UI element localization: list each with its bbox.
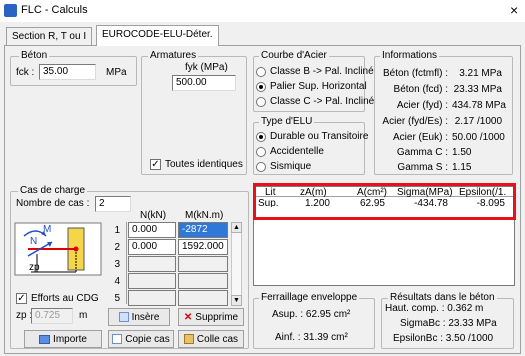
grid-scrollbar[interactable] (231, 222, 242, 306)
fck-input[interactable]: 35.00 (39, 64, 96, 80)
close-icon[interactable]: × (510, 2, 518, 18)
app-icon (4, 4, 17, 17)
ferraillage-asup: Asup. : 62.95 cm² (272, 309, 351, 320)
row-index-3: 3 (114, 259, 120, 270)
info-label-gamma-s: Gamma S : (397, 162, 448, 173)
copy-icon (112, 334, 123, 344)
diagram-zp-label: zp (29, 262, 40, 273)
identical-label: Toutes identiques (165, 159, 243, 170)
diagram-n-label: N (30, 236, 38, 247)
tab-eurocode[interactable]: EUROCODE-ELU-Déter. (96, 25, 219, 46)
elu-option-sismique: Sismique (270, 161, 312, 172)
informations-legend: Informations (380, 50, 440, 61)
colle-cas-button-label: Colle cas (196, 333, 239, 345)
resultats-haut-comp: Haut. comp. : 0.362 m (385, 303, 484, 314)
diagram-m-label: M (43, 224, 52, 235)
importe-button-label: Importe (53, 333, 87, 345)
importe-button[interactable]: Importe (24, 330, 102, 348)
n-cell-2[interactable]: 0.000 (128, 239, 176, 255)
fck-unit: MPa (106, 67, 127, 78)
resultats-epsilonbc: EpsilonBc : 3.50 /1000 (393, 333, 494, 344)
identical-checkbox[interactable]: ✓ (150, 159, 161, 170)
fyk-label: fyk (MPa) (185, 62, 228, 73)
window-title: FLC - Calculs (21, 4, 88, 16)
cas-charge-legend: Cas de charge (18, 185, 88, 196)
info-label-euk: Acier (Euk) : (392, 132, 448, 143)
zp-label: zp : (16, 310, 33, 321)
highlight-mask (256, 207, 513, 217)
info-label-fcd: Béton (fcd) : (393, 84, 448, 95)
fyk-input[interactable]: 500.00 (172, 75, 236, 91)
info-value-gamma-s: 1.15 (452, 162, 472, 173)
cdg-label: Efforts au CDG (31, 293, 99, 304)
info-label-gamma-c: Gamma C : (396, 147, 448, 158)
info-label-fyd-es: Acier (fyd/Es) : (382, 116, 448, 127)
colle-cas-button[interactable]: Colle cas (178, 330, 244, 348)
courbe-radio-classe-c[interactable] (256, 97, 266, 107)
m-cell-2[interactable]: 1592.000 (178, 239, 228, 255)
copie-cas-button-label: Copie cas (125, 333, 170, 345)
info-value-fyd-es: 2.17 /1000 (454, 116, 502, 127)
elu-radio-accidentelle[interactable] (256, 147, 266, 157)
section-diagram (14, 222, 102, 276)
copie-cas-button[interactable]: Copie cas (108, 330, 174, 348)
m-cell-5[interactable] (178, 290, 228, 306)
elu-option-accidentelle: Accidentelle (270, 146, 324, 157)
info-value-fcd: 23.33 MPa (453, 84, 502, 95)
delete-icon: ✕ (183, 311, 193, 323)
n-cell-4[interactable] (128, 273, 176, 289)
armatures-legend: Armatures (148, 50, 199, 61)
zp-input[interactable]: 0.725 (31, 308, 73, 324)
m-cell-4[interactable] (178, 273, 228, 289)
scroll-down-icon[interactable]: ▼ (231, 295, 242, 306)
supprime-button-label: Supprime (195, 311, 239, 323)
courbe-radio-palier[interactable] (256, 82, 266, 92)
fck-label: fck : (16, 67, 35, 78)
row-index-1: 1 (114, 225, 120, 236)
info-label-fyd: Acier (fyd) : (396, 100, 448, 111)
beton-legend: Béton (19, 50, 50, 61)
zp-unit: m (79, 310, 88, 321)
m-cell-3[interactable] (178, 256, 228, 272)
courbe-option-palier: Palier Sup. Horizontal (270, 81, 367, 92)
info-label-fctmfl: Béton (fctmfl) : (382, 68, 448, 79)
nb-cas-input[interactable]: 2 (95, 196, 131, 212)
row-index-4: 4 (114, 276, 120, 287)
cdg-checkbox[interactable]: ✓ (16, 293, 27, 304)
elu-radio-sismique[interactable] (256, 162, 266, 172)
insere-button[interactable]: Insère (108, 308, 170, 326)
supprime-button[interactable]: ✕ Supprime (178, 308, 244, 326)
import-icon (39, 334, 51, 344)
info-value-gamma-c: 1.50 (452, 147, 472, 158)
row-index-2: 2 (114, 242, 120, 253)
insere-button-label: Insère (131, 311, 160, 323)
armatures-group (141, 56, 247, 175)
courbe-legend: Courbe d'Acier (259, 50, 329, 61)
m-cell-1[interactable]: -2872 (178, 222, 228, 238)
courbe-radio-classe-b[interactable] (256, 67, 266, 77)
insert-icon (118, 312, 129, 322)
type-elu-legend: Type d'ELU (259, 116, 315, 127)
resultats-sigmabc: SigmaBc : 23.33 MPa (400, 318, 497, 329)
n-cell-3[interactable] (128, 256, 176, 272)
n-cell-1[interactable]: 0.000 (128, 222, 176, 238)
courbe-option-classe-b: Classe B -> Pal. Incliné (270, 66, 374, 77)
resultats-beton-legend: Résultats dans le béton (388, 292, 497, 303)
nb-cas-label: Nombre de cas : (16, 198, 90, 209)
info-value-fctmfl: 3.21 MPa (459, 68, 502, 79)
col-m-header: M(kN.m) (185, 210, 224, 221)
n-cell-5[interactable] (128, 290, 176, 306)
elu-option-durable: Durable ou Transitoire (270, 131, 369, 142)
ferraillage-legend: Ferraillage enveloppe (259, 292, 360, 303)
info-value-euk: 50.00 /1000 (452, 132, 505, 143)
elu-radio-durable[interactable] (256, 132, 266, 142)
row-index-5: 5 (114, 293, 120, 304)
tab-section[interactable]: Section R, T ou I (6, 27, 93, 45)
ferraillage-ainf: Ainf. : 31.39 cm² (275, 332, 348, 343)
col-n-header: N(kN) (140, 210, 167, 221)
courbe-option-classe-c: Classe C -> Pal. Incliné (270, 96, 375, 107)
scroll-up-icon[interactable]: ▲ (231, 222, 242, 233)
paste-icon (183, 334, 194, 344)
info-value-fyd: 434.78 MPa (452, 100, 506, 111)
